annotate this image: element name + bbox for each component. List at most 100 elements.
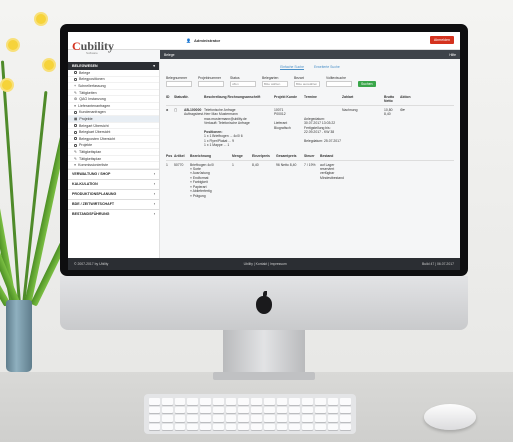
column-header[interactable]: Nr.: [184, 95, 204, 103]
footer-links[interactable]: Ubility | Kontakt | Impressum: [244, 262, 287, 266]
sidebar-section[interactable]: KALKULATION ›: [68, 178, 159, 189]
filter-label: Belegnummer: [166, 76, 188, 80]
sidebar-item[interactable]: Belegkart Übersicht: [68, 129, 159, 136]
sidebar-item[interactable]: ⚙ QAG Instanzung: [68, 96, 159, 103]
sidebar-item[interactable]: Kundenanfragen: [68, 110, 159, 117]
keyboard-key: [314, 406, 326, 413]
help-link[interactable]: Hilfe: [449, 53, 456, 57]
user-name: Administrator: [193, 38, 221, 43]
sidebar-item[interactable]: ≡ Lieferantenanfragen: [68, 103, 159, 110]
column-header[interactable]: Status: [174, 95, 184, 103]
sidebar-section[interactable]: VERWALTUNG / SHOP ›: [68, 168, 159, 179]
bezart-select[interactable]: Bitte auswählen: [294, 81, 320, 87]
doc-icon: [74, 71, 77, 75]
column-header[interactable]: Brutto Netto: [384, 95, 400, 103]
column-header: Artikel: [174, 153, 185, 158]
project-link[interactable]: 10071: [274, 108, 283, 112]
document-number: AB-100000 Auftragsbest.: [184, 108, 204, 148]
main-content: Belege Hilfe Einfache Suche Erweiterte S…: [160, 50, 460, 258]
sidebar-item[interactable]: ≡ Kommissionierliste: [68, 162, 159, 169]
footer-copyright: © 2007-2017 by Ubility: [74, 262, 109, 266]
table-row[interactable]: ♣ ▢ AB-100000 Auftragsbest. Telefonische …: [166, 108, 454, 148]
belegarten-select[interactable]: Bitte wählen: [262, 81, 288, 87]
column-header: Gesamtpreis: [276, 153, 297, 158]
chevron-right-icon: ›: [153, 202, 155, 207]
stock-line: verfügbar: [320, 171, 335, 176]
doc-icon: [74, 137, 77, 141]
sidebar-section-belegwesen[interactable]: BELEGWESEN ▾: [68, 62, 159, 70]
sidebar-item[interactable]: Belegpositionen: [68, 77, 159, 84]
sidebar-section[interactable]: BDE / ZEITWIRTSCHAFT ›: [68, 198, 159, 209]
keyboard-key: [276, 406, 288, 413]
keyboard-key: [225, 406, 237, 413]
column-header[interactable]: Projekt Kunde: [274, 95, 304, 103]
desc-line: 1 x 1 Mappe ... 1: [204, 143, 230, 148]
keyboard-key: [263, 406, 275, 413]
sidebar-item[interactable]: + Schnellerfassung: [68, 83, 159, 90]
bez-line: » Endformat: [190, 175, 209, 180]
keyboard-key: [314, 423, 326, 430]
logout-button[interactable]: Abmelden: [429, 36, 454, 44]
keyboard-key: [187, 398, 198, 405]
doc-icon: [74, 143, 77, 147]
sidebar-item[interactable]: ✎ Tätigkeitsplan: [68, 156, 159, 163]
sidebar-item[interactable]: Belege: [68, 70, 159, 77]
chevron-right-icon: ›: [153, 172, 155, 177]
filter-label: Status: [230, 76, 240, 80]
belegnummer-input[interactable]: [166, 81, 192, 87]
actions-icon[interactable]: ⚙▾: [400, 108, 414, 148]
date-label: Fertigstellung bis:: [304, 125, 331, 130]
email-link[interactable]: max.mustermann@ubility.de: [204, 117, 247, 121]
bez-line: Briefbogen 4c/0: [190, 162, 214, 167]
search-button[interactable]: Suchen: [358, 81, 376, 87]
tax: 7 / 19%: [304, 162, 316, 167]
desc-line: Verkauft: Telefonische Anfrage: [204, 121, 250, 126]
fulltext-input[interactable]: [326, 81, 352, 87]
projektnummer-input[interactable]: [198, 81, 224, 87]
vase: [6, 300, 32, 372]
column-header[interactable]: Beschreibung Rechnungsanschrift: [204, 95, 274, 103]
keyboard-key: [251, 423, 262, 430]
document-id-link[interactable]: AB-100000: [184, 108, 201, 112]
list-icon: ≡: [74, 103, 77, 108]
column-header[interactable]: Termine: [304, 95, 342, 103]
sidebar-item-active[interactable]: ▦ Projekte: [68, 116, 159, 123]
description-cell: Telefonische Anfrage Herr Max Mustermann…: [204, 108, 274, 148]
bez-line: » Farbigkeit: [190, 180, 208, 185]
user-menu[interactable]: 👤 Administrator: [186, 38, 220, 43]
keyboard-key: [276, 423, 288, 430]
position-table-header: Pos Artikel Bezeichnung Menge Einzelprei…: [166, 154, 454, 161]
screen: Cubility Software 👤 Administrator Abmeld…: [68, 32, 460, 270]
sidebar-item[interactable]: Belegart Übersicht: [68, 123, 159, 130]
sidebar-section[interactable]: PRODUKTIONSPLANUNG ›: [68, 188, 159, 199]
status-select[interactable]: offen: [230, 81, 256, 87]
desc-line: Herr Max Mustermann: [204, 112, 238, 117]
column-header: Menge: [232, 153, 243, 158]
tab-simple-search[interactable]: Einfache Suche: [280, 65, 304, 70]
breadcrumb[interactable]: Belege: [164, 53, 175, 57]
keyboard-key: [302, 423, 313, 430]
sidebar-item[interactable]: Projekte: [68, 143, 159, 150]
column-header[interactable]: ID: [166, 95, 174, 103]
position-row[interactable]: 1 50770 Briefbogen 4c/0 » Sorte » Ausrüs…: [166, 163, 454, 198]
sidebar-item[interactable]: ✎ Tätigkeiten: [68, 90, 159, 97]
keyboard-key: [340, 406, 351, 413]
desc-line: Positionen:: [204, 130, 223, 135]
keyboard-key: [238, 406, 249, 413]
article-number[interactable]: 50770: [174, 163, 190, 198]
tab-advanced-search[interactable]: Erweiterte Suche: [314, 65, 340, 70]
sidebar-item[interactable]: ✎ Tätigkeitsplan: [68, 149, 159, 156]
keyboard-key: [149, 406, 160, 413]
total-price: 96 Netto 8,40: [276, 162, 297, 167]
keyboard-key: [161, 406, 173, 413]
sidebar-item[interactable]: Belegposten Übersicht: [68, 136, 159, 143]
keyboard-key: [212, 415, 224, 422]
column-header[interactable]: Zahlart: [342, 95, 384, 103]
column-header[interactable]: Aktion: [400, 95, 414, 103]
customer-link[interactable]: P00012: [274, 112, 286, 116]
folder-icon: ▦: [74, 116, 78, 121]
keyboard-key: [302, 406, 313, 413]
sidebar-section[interactable]: BESTANDSFÜHRUNG ›: [68, 208, 159, 219]
mouse: [424, 404, 476, 430]
keyboard-key: [212, 398, 224, 405]
